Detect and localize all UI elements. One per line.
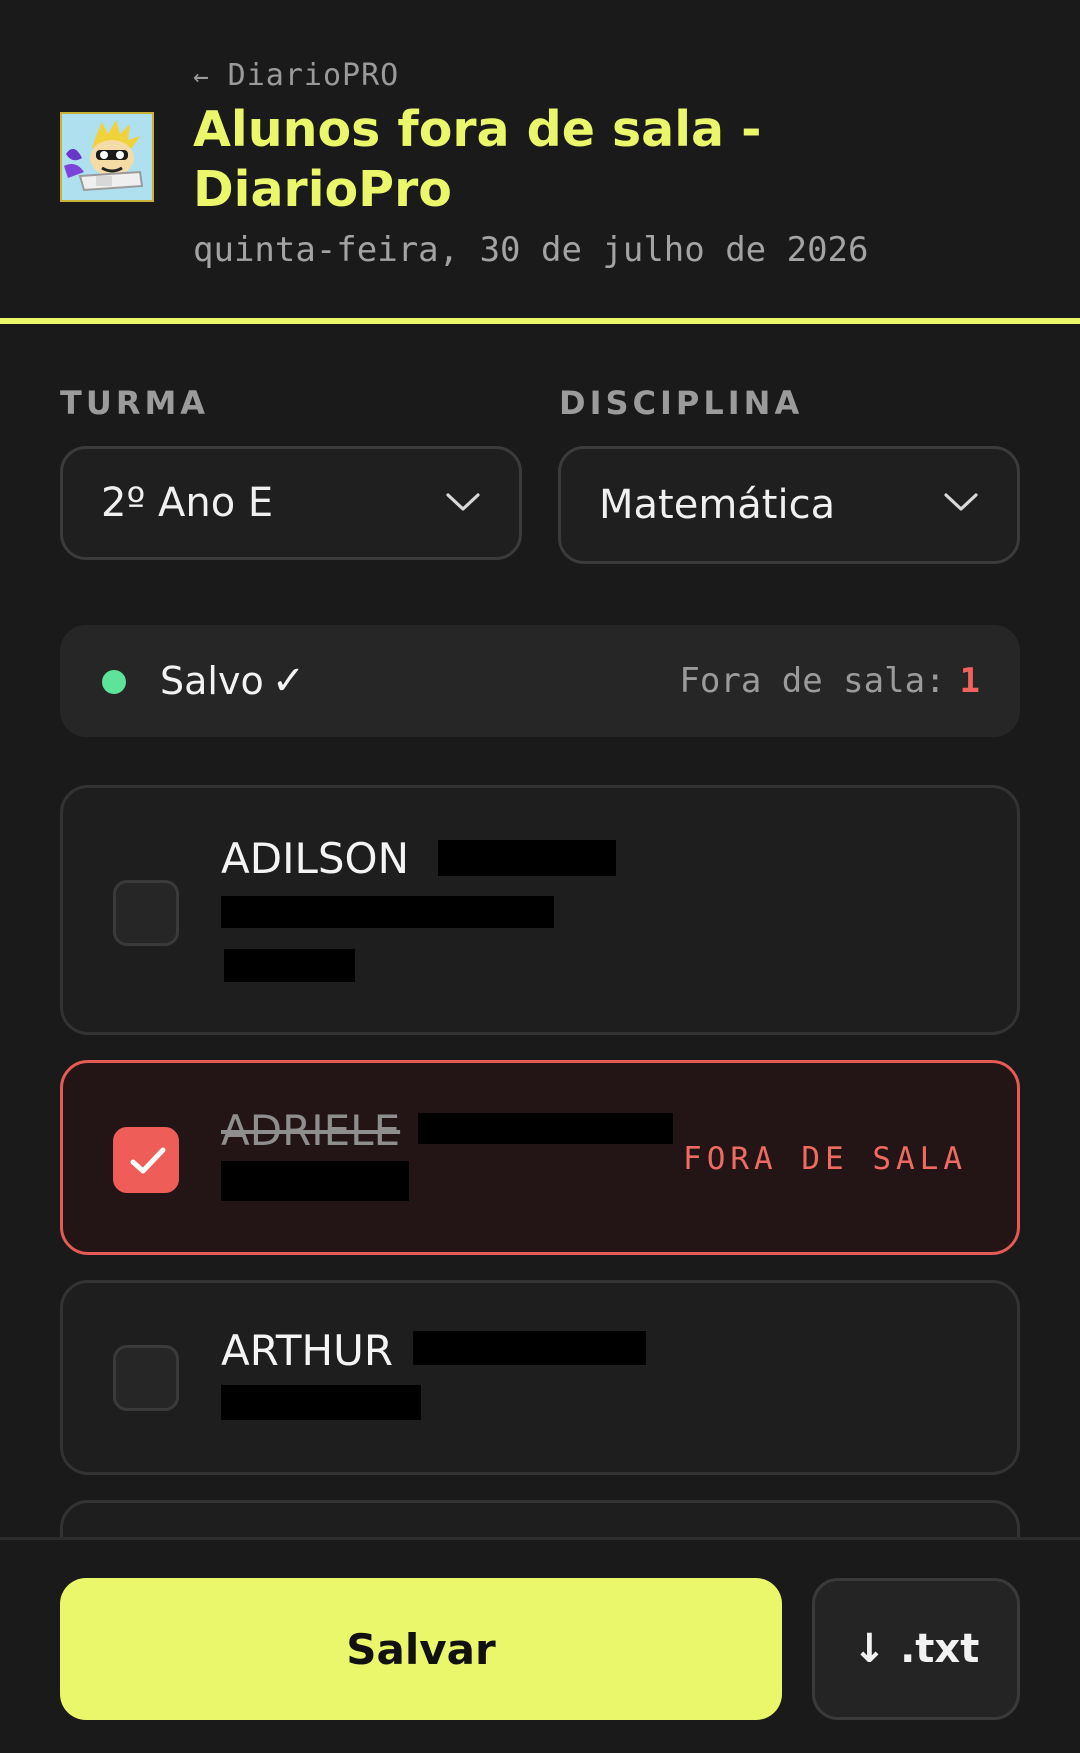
turma-label: TURMA: [60, 384, 210, 422]
redaction-bar: [224, 949, 355, 982]
redaction-bar: [221, 1385, 421, 1420]
chevron-down-icon: [944, 493, 978, 511]
out-of-class-badge: FORA DE SALA: [683, 1141, 967, 1177]
turma-select[interactable]: 2º Ano E: [60, 446, 522, 560]
back-arrow-icon: ←: [193, 62, 210, 92]
student-card[interactable]: ADRIELE FORA DE SALA: [60, 1060, 1020, 1255]
save-status-text: Salvo: [160, 659, 264, 703]
check-icon: ✓: [271, 658, 306, 704]
back-link-label: DiarioPRO: [227, 58, 400, 93]
student-card[interactable]: ADILSON: [60, 785, 1020, 1035]
app-logo-icon: [60, 112, 154, 202]
student-checkbox[interactable]: [113, 1345, 179, 1411]
redaction-bar: [413, 1331, 646, 1365]
turma-select-value: 2º Ano E: [101, 480, 274, 526]
student-name: ADRIELE: [221, 1106, 401, 1155]
student-checkbox[interactable]: [113, 880, 179, 946]
out-count-value: 1: [959, 661, 980, 701]
save-status: Salvo ✓: [160, 625, 305, 737]
disciplina-select[interactable]: Matemática: [558, 446, 1020, 564]
status-dot-icon: [102, 670, 126, 694]
redaction-bar: [418, 1113, 673, 1144]
student-checkbox[interactable]: [113, 1127, 179, 1193]
out-count: Fora de sala: 1: [679, 625, 980, 737]
bottom-action-bar: Salvar ↓ .txt: [0, 1537, 1080, 1753]
student-card[interactable]: ARTHUR: [60, 1280, 1020, 1475]
save-status-bar: Salvo ✓ Fora de sala: 1: [60, 625, 1020, 737]
redaction-bar: [221, 896, 554, 928]
student-name: ARTHUR: [221, 1326, 394, 1375]
back-link[interactable]: ← DiarioPRO: [193, 58, 399, 93]
save-button[interactable]: Salvar: [60, 1578, 782, 1720]
page-date: quinta-feira, 30 de julho de 2026: [193, 230, 869, 270]
redaction-bar: [221, 1161, 409, 1201]
out-count-label: Fora de sala:: [679, 661, 946, 701]
export-txt-button[interactable]: ↓ .txt: [812, 1578, 1020, 1720]
page-title: Alunos fora de sala - DiarioPro: [193, 101, 762, 218]
disciplina-select-value: Matemática: [599, 482, 836, 528]
app-screen: ← DiarioPRO Alunos fora de sala - DiarioP…: [0, 0, 1080, 1753]
page-header: ← DiarioPRO Alunos fora de sala - DiarioP…: [0, 0, 1080, 324]
chevron-down-icon: [446, 493, 480, 511]
redaction-bar: [438, 840, 616, 876]
disciplina-label: DISCIPLINA: [559, 384, 804, 422]
checkmark-icon: [130, 1147, 166, 1174]
student-name: ADILSON: [221, 834, 409, 883]
